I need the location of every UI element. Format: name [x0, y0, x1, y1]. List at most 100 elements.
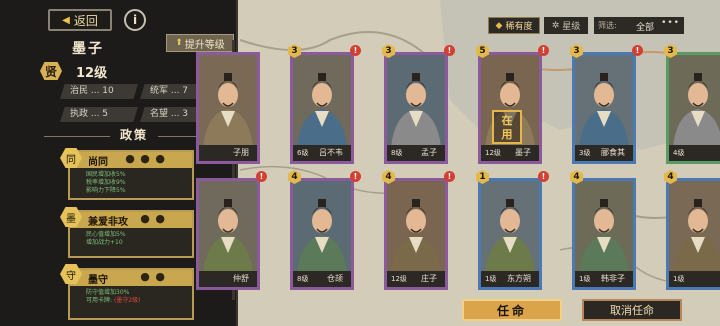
- hero-card-level: 3级: [579, 149, 591, 157]
- hero-card-level: 12级: [391, 275, 407, 283]
- hero-card-level: 6级: [297, 149, 309, 157]
- policy-name: 墨守: [88, 275, 108, 286]
- hero-portrait: [575, 181, 633, 273]
- hero-card-footer: 12级 庄子: [387, 271, 445, 287]
- hero-card-footer: 12级 墨子: [481, 145, 539, 161]
- filter-dropdown[interactable]: 筛选: 全部 •••: [594, 17, 684, 34]
- hero-card-name: 吕不韦: [319, 148, 343, 157]
- hero-card[interactable]: 6级 吕不韦: [290, 52, 354, 164]
- policy-card[interactable]: 兼爱非攻 ● ● 民心值增加5% 增加战力+10: [68, 210, 194, 258]
- hero-card-footer: 6级 吕不韦: [293, 145, 351, 161]
- hired-stamp-text: 在 用: [501, 114, 513, 141]
- hero-card[interactable]: 1级 韩非子: [572, 178, 636, 290]
- alert-icon: !: [538, 45, 549, 56]
- back-label: 返回: [73, 13, 98, 28]
- back-arrow-icon: ◀: [62, 14, 70, 26]
- hero-card-name: 庄子: [421, 274, 437, 283]
- hero-portrait: [199, 181, 257, 273]
- hero-level: 12级: [76, 66, 108, 81]
- star-icon: ✲: [551, 20, 560, 31]
- hero-card[interactable]: 仲舒: [196, 178, 260, 290]
- hero-card[interactable]: 8级 仓颉: [290, 178, 354, 290]
- hero-card-level: 8级: [391, 149, 403, 157]
- policy-desc-line: 民心值增加5%: [86, 231, 126, 238]
- hero-card-level: 8级: [297, 275, 309, 283]
- alert-icon: !: [444, 171, 455, 182]
- policy-desc-line: 国民增加收5%: [86, 171, 126, 178]
- policy-card[interactable]: 墨守 ● ● 防守值增加30% 可用卡牌: (墨守2级): [68, 268, 194, 320]
- hero-card-name: 仲舒: [233, 274, 249, 283]
- hero-card-footer: 仲舒: [199, 271, 257, 287]
- hero-card-name: 仓颉: [327, 274, 343, 283]
- hero-name: 墨子: [72, 41, 104, 57]
- hero-portrait: [293, 55, 351, 147]
- hero-card-footer: 1级 东方朔: [481, 271, 539, 287]
- info-button[interactable]: i: [124, 9, 146, 31]
- policy-desc-line: 税率增加收9%: [86, 179, 126, 186]
- hero-card-footer: 8级 仓颉: [293, 271, 351, 287]
- hero-portrait: [387, 181, 445, 273]
- hired-stamp: 在 用: [492, 110, 522, 144]
- hero-card-level: 1级: [673, 275, 685, 283]
- hero-card-footer: 1级: [669, 271, 720, 287]
- hero-card-footer: 8级 孟子: [387, 145, 445, 161]
- hero-card-name: 子朋: [233, 148, 249, 157]
- policy-name: 尚同: [88, 157, 108, 168]
- star-label: 星级: [562, 22, 581, 32]
- policy-dots: ● ●: [140, 270, 166, 283]
- hero-portrait: [575, 55, 633, 147]
- back-button[interactable]: ◀ 返回: [48, 9, 112, 31]
- policy-dots: ● ●: [140, 212, 166, 225]
- upgrade-icon: ⬆: [175, 38, 183, 48]
- alert-icon: !: [350, 171, 361, 182]
- hero-card[interactable]: 子朋: [196, 52, 260, 164]
- policy-desc-line: 影响力下降5%: [86, 187, 126, 194]
- cancel-appoint-button[interactable]: 取消任命: [582, 299, 682, 321]
- stat-administration: 执政 ... 5: [60, 107, 138, 122]
- hero-portrait: [481, 181, 539, 273]
- upgrade-label: 提升等级: [184, 39, 225, 51]
- alert-icon: !: [350, 45, 361, 56]
- appoint-button[interactable]: 任命: [462, 299, 562, 321]
- filter-value: 全部: [636, 23, 655, 33]
- hero-card-level: 12级: [485, 149, 501, 157]
- policy-section-title: 政策: [120, 128, 149, 142]
- hero-portrait: [199, 55, 257, 147]
- alert-icon: !: [538, 171, 549, 182]
- policy-desc-line: 防守值增加30%: [86, 289, 130, 296]
- hero-portrait: [387, 55, 445, 147]
- hero-card[interactable]: 3级 郦食其: [572, 52, 636, 164]
- hero-card-name: 郦食其: [601, 148, 625, 157]
- upgrade-level-button[interactable]: ⬆ 提升等级: [166, 34, 234, 52]
- hero-portrait: [669, 181, 720, 273]
- sort-rarity-button[interactable]: ◆ 稀有度: [488, 17, 540, 34]
- hero-card[interactable]: 12级 墨子: [478, 52, 542, 164]
- rank-badge: 贤: [40, 62, 62, 80]
- hero-card[interactable]: 8级 孟子: [384, 52, 448, 164]
- filter-label: 筛选:: [598, 21, 617, 30]
- sort-star-button[interactable]: ✲ 星级: [544, 17, 588, 34]
- policy-dots: ● ● ●: [125, 152, 166, 165]
- hero-card[interactable]: 12级 庄子: [384, 178, 448, 290]
- hero-card[interactable]: 1级: [666, 178, 720, 290]
- hero-portrait: [669, 55, 720, 147]
- hero-card-level: 4级: [673, 149, 685, 157]
- hero-card-footer: 4级: [669, 145, 720, 161]
- sort-label: 稀有度: [505, 22, 533, 32]
- policy-desc-line: 增加战力+10: [86, 239, 123, 246]
- policy-card[interactable]: 尚同 ● ● ● 国民增加收5% 税率增加收9% 影响力下降5%: [68, 150, 194, 200]
- hero-card-footer: 1级 韩非子: [575, 271, 633, 287]
- hero-card[interactable]: 1级 东方朔: [478, 178, 542, 290]
- hero-card-footer: 3级 郦食其: [575, 145, 633, 161]
- alert-icon: !: [444, 45, 455, 56]
- more-options-icon[interactable]: •••: [661, 18, 680, 28]
- hero-card-level: 1级: [485, 275, 497, 283]
- hero-card[interactable]: 4级: [666, 52, 720, 164]
- stat-governance: 治民 ... 10: [60, 84, 138, 99]
- hero-card-name: 墨子: [515, 148, 531, 157]
- policy-desc-line: 可用卡牌: (墨守2级): [86, 297, 141, 304]
- hero-card-level: 1级: [579, 275, 591, 283]
- policy-name: 兼爱非攻: [88, 217, 128, 228]
- alert-icon: !: [632, 45, 643, 56]
- hero-card-name: 韩非子: [601, 274, 625, 283]
